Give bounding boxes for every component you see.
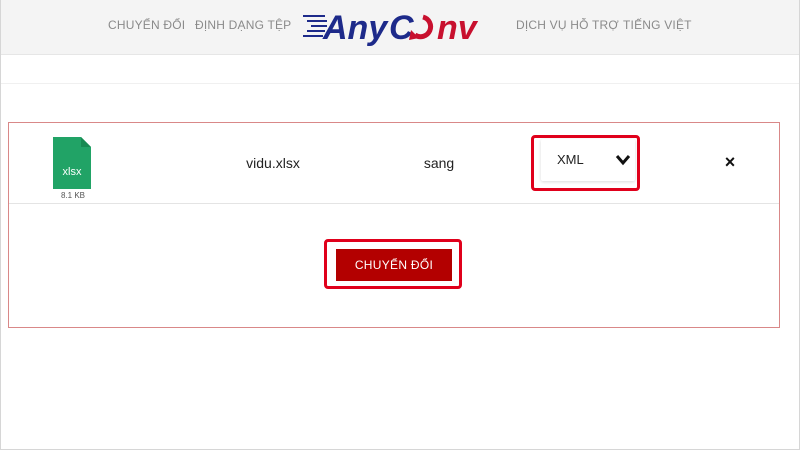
nav-language[interactable]: TIẾNG VIỆT [623, 18, 692, 32]
nav-convert[interactable]: CHUYỂN ĐỔI [108, 18, 185, 32]
sub-band [1, 55, 799, 84]
file-size: 8.1 KB [60, 191, 85, 200]
logo-text-nv: nv [437, 9, 479, 46]
nav-file-formats[interactable]: ĐỊNH DẠNG TỆP [195, 18, 291, 32]
conversion-to-label: sang [423, 155, 455, 171]
conversion-card: xlsx 8.1 KB vidu.xlsx sang XML × CHUYỂN … [8, 122, 780, 328]
anyconv-logo[interactable]: Any C nv [301, 4, 491, 46]
top-header: CHUYỂN ĐỔI ĐỊNH DẠNG TỆP Any C nv DỊCH V… [1, 0, 799, 55]
format-select-highlight [531, 135, 640, 191]
nav-support[interactable]: DỊCH VỤ HỖ TRỢ [516, 18, 619, 32]
logo-text-any: Any [322, 9, 389, 46]
row-divider [9, 203, 779, 204]
xlsx-file-icon: xlsx [53, 137, 91, 189]
remove-file-button[interactable]: × [721, 153, 739, 171]
file-name: vidu.xlsx [246, 155, 300, 171]
convert-button-highlight [324, 239, 462, 289]
file-icon-label: xlsx [63, 166, 82, 178]
logo-text-c: C [389, 9, 414, 46]
